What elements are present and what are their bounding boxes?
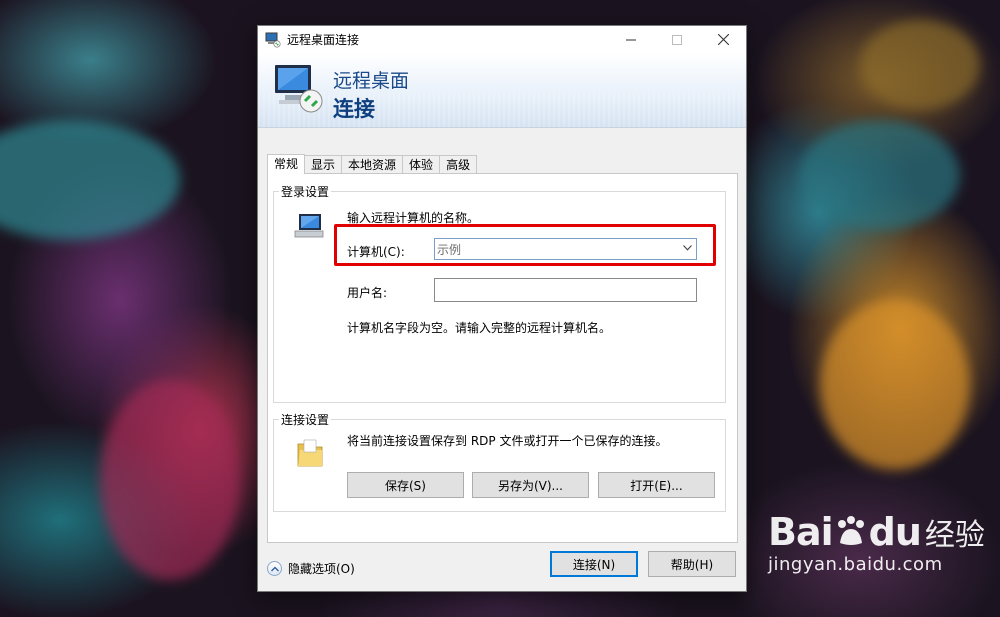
banner-title-line2: 连接 xyxy=(333,97,375,121)
minimize-button[interactable] xyxy=(608,26,654,53)
watermark-jingyan: 经验 xyxy=(924,518,985,553)
computer-icon xyxy=(293,212,325,240)
banner-title-line1: 远程桌面 xyxy=(333,70,410,92)
background-swirl xyxy=(800,120,960,230)
connection-settings-title: 连接设置 xyxy=(279,411,332,428)
hide-options-toggle[interactable]: 隐藏选项(O) xyxy=(267,560,355,577)
general-tab-panel: 登录设置 输入远程计算机的名称。 计算机(C): 示例 用户名: 计算机名字段为… xyxy=(267,173,738,543)
username-label: 用户名: xyxy=(347,286,388,300)
username-field[interactable] xyxy=(434,278,697,302)
connection-description: 将当前连接设置保存到 RDP 文件或打开一个已保存的连接。 xyxy=(347,434,668,448)
remote-desktop-icon xyxy=(265,32,281,48)
tab-display[interactable]: 显示 xyxy=(304,155,343,174)
tab-local-resources[interactable]: 本地资源 xyxy=(341,155,404,174)
login-settings-title: 登录设置 xyxy=(279,183,332,200)
maximize-icon xyxy=(672,34,682,45)
background-swirl xyxy=(820,300,970,470)
header-banner: 远程桌面 连接 xyxy=(258,53,746,128)
computer-combobox[interactable]: 示例 xyxy=(434,238,697,260)
connection-settings-group: 连接设置 将当前连接设置保存到 RDP 文件或打开一个已保存的连接。 保存(S)… xyxy=(273,411,726,512)
help-button[interactable]: 帮助(H) xyxy=(648,551,736,577)
remote-desktop-logo-icon xyxy=(273,63,325,115)
window-title: 远程桌面连接 xyxy=(287,33,360,47)
save-button[interactable]: 保存(S) xyxy=(347,472,464,498)
background-swirl xyxy=(100,380,240,580)
tab-experience[interactable]: 体验 xyxy=(402,155,441,174)
open-button[interactable]: 打开(E)... xyxy=(598,472,715,498)
tab-advanced[interactable]: 高级 xyxy=(439,155,478,174)
folder-icon xyxy=(296,438,324,468)
close-icon xyxy=(717,34,729,45)
empty-computer-warning: 计算机名字段为空。请输入完整的远程计算机名。 xyxy=(347,321,612,335)
save-as-button[interactable]: 另存为(V)... xyxy=(472,472,589,498)
chevron-down-icon[interactable] xyxy=(678,244,696,254)
watermark-logo-bai: Bai xyxy=(768,510,834,554)
tab-general[interactable]: 常规 xyxy=(267,154,306,174)
tab-strip: 常规 显示 本地资源 体验 高级 xyxy=(267,154,478,174)
minimize-icon xyxy=(626,39,636,40)
computer-name-instruction: 输入远程计算机的名称。 xyxy=(347,211,480,225)
connect-button[interactable]: 连接(N) xyxy=(550,551,638,577)
background-swirl xyxy=(860,20,980,110)
paw-icon xyxy=(837,516,864,545)
close-button[interactable] xyxy=(700,26,746,53)
watermark-url: jingyan.baidu.com xyxy=(768,554,943,575)
watermark-logo-du: du xyxy=(868,510,922,554)
login-settings-group: 登录设置 输入远程计算机的名称。 计算机(C): 示例 用户名: 计算机名字段为… xyxy=(273,183,726,403)
computer-combobox-value: 示例 xyxy=(437,242,462,257)
maximize-button[interactable] xyxy=(654,26,700,53)
chevron-up-icon xyxy=(267,561,282,576)
remote-desktop-window: 远程桌面连接 远程桌面 连接 常规 显示 本地资源 体验 高级 登录设置 输入远… xyxy=(257,25,747,592)
hide-options-label: 隐藏选项(O) xyxy=(288,562,355,576)
computer-label: 计算机(C): xyxy=(347,245,405,259)
baidu-jingyan-watermark: Bai du 经验 jingyan.baidu.com xyxy=(768,510,985,575)
background-swirl xyxy=(0,120,180,240)
title-bar[interactable]: 远程桌面连接 xyxy=(258,26,746,53)
